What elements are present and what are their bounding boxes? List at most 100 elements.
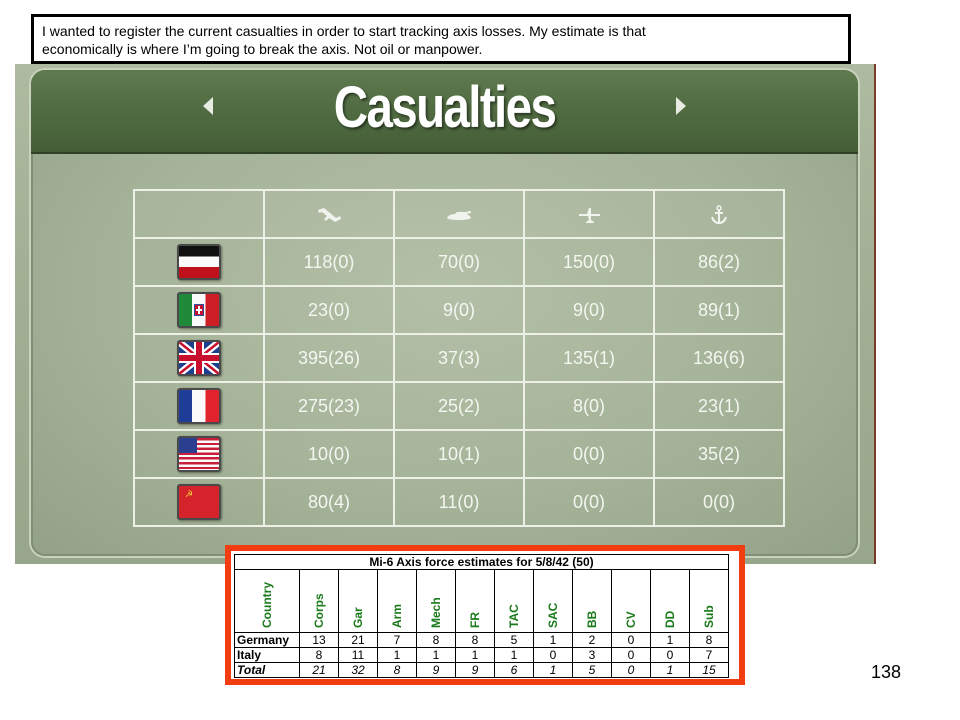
mi6-cell: 8 bbox=[416, 632, 456, 648]
usa-flag-icon bbox=[177, 436, 221, 472]
casualty-value: 150(0) bbox=[523, 237, 655, 287]
casualty-value: 23(1) bbox=[653, 381, 785, 431]
casualty-value: 23(0) bbox=[263, 285, 395, 335]
flag-cell bbox=[133, 333, 265, 383]
mi6-cell: 0 bbox=[611, 647, 651, 663]
mi6-cell: 13 bbox=[299, 632, 339, 648]
flag-cell bbox=[133, 285, 265, 335]
mi6-cell: 0 bbox=[611, 662, 651, 678]
flag-cell bbox=[133, 237, 265, 287]
casualties-row-italy: 23(0) 9(0) 9(0) 89(1) bbox=[133, 285, 785, 335]
mi6-header-tac: TAC bbox=[494, 569, 534, 633]
mi6-header-row: Country Corps Gar Arm Mech FR TAC SAC BB… bbox=[234, 569, 729, 633]
page-number: 138 bbox=[871, 662, 902, 682]
anchor-icon bbox=[711, 204, 727, 224]
tank-icon bbox=[447, 210, 471, 220]
infantry-icon bbox=[318, 207, 341, 222]
casualties-panel: Casualties 118(0) 70(0) 150(0) 86(2) 23(… bbox=[15, 64, 876, 564]
mi6-row-label: Germany bbox=[234, 632, 300, 648]
mi6-cell: 9 bbox=[416, 662, 456, 678]
caption-line-1: I wanted to register the current casualt… bbox=[42, 23, 646, 39]
casualties-row-uk: 395(26) 37(3) 135(1) 136(6) bbox=[133, 333, 785, 383]
mi6-cell: 5 bbox=[572, 662, 612, 678]
mi6-header-mech: Mech bbox=[416, 569, 456, 633]
mi6-header-bb: BB bbox=[572, 569, 612, 633]
casualties-row-germany: 118(0) 70(0) 150(0) 86(2) bbox=[133, 237, 785, 287]
mi6-header-arm: Arm bbox=[377, 569, 417, 633]
casualty-value: 25(2) bbox=[393, 381, 525, 431]
mi6-cell: 2 bbox=[572, 632, 612, 648]
mi6-row-label: Italy bbox=[234, 647, 300, 663]
flag-cell: ☭ bbox=[133, 477, 265, 527]
casualty-value: 8(0) bbox=[523, 381, 655, 431]
caption-box: I wanted to register the current casualt… bbox=[31, 14, 851, 64]
mi6-row-label: Total bbox=[234, 662, 300, 678]
mi6-cell: 21 bbox=[338, 632, 378, 648]
mi6-table-title: Mi-6 Axis force estimates for 5/8/42 (50… bbox=[234, 554, 729, 570]
tank-column-header bbox=[393, 189, 525, 239]
caption-line-2: economically is where I’m going to break… bbox=[42, 41, 483, 57]
next-page-arrow-icon[interactable] bbox=[676, 97, 686, 115]
mi6-header-fr: FR bbox=[455, 569, 495, 633]
france-flag-icon bbox=[177, 388, 221, 424]
mi6-cell: 1 bbox=[533, 632, 573, 648]
casualty-value: 37(3) bbox=[393, 333, 525, 383]
mi6-cell: 15 bbox=[689, 662, 729, 678]
mi6-estimates-box: Mi-6 Axis force estimates for 5/8/42 (50… bbox=[225, 545, 745, 685]
mi6-cell: 8 bbox=[455, 632, 495, 648]
mi6-cell: 9 bbox=[455, 662, 495, 678]
infantry-column-header bbox=[263, 189, 395, 239]
casualties-row-usa: 10(0) 10(1) 0(0) 35(2) bbox=[133, 429, 785, 479]
flag-cell bbox=[133, 429, 265, 479]
mi6-cell: 1 bbox=[377, 647, 417, 663]
aircraft-icon bbox=[579, 207, 600, 223]
casualty-value: 89(1) bbox=[653, 285, 785, 335]
casualty-value: 118(0) bbox=[263, 237, 395, 287]
mi6-cell: 5 bbox=[494, 632, 534, 648]
mi6-row-total: Total 21 32 8 9 9 6 1 5 0 1 15 bbox=[234, 662, 729, 678]
mi6-cell: 21 bbox=[299, 662, 339, 678]
mi6-header-corps: Corps bbox=[299, 569, 339, 633]
mi6-cell: 6 bbox=[494, 662, 534, 678]
italy-flag-icon bbox=[177, 292, 221, 328]
mi6-cell: 1 bbox=[455, 647, 495, 663]
casualty-value: 0(0) bbox=[523, 429, 655, 479]
mi6-cell: 11 bbox=[338, 647, 378, 663]
mi6-cell: 0 bbox=[611, 632, 651, 648]
aircraft-column-header bbox=[523, 189, 655, 239]
mi6-estimates-table: Mi-6 Axis force estimates for 5/8/42 (50… bbox=[234, 554, 729, 678]
casualties-header-row bbox=[133, 189, 785, 239]
mi6-cell: 1 bbox=[533, 662, 573, 678]
mi6-cell: 32 bbox=[338, 662, 378, 678]
mi6-cell: 1 bbox=[650, 662, 690, 678]
mi6-cell: 0 bbox=[533, 647, 573, 663]
mi6-cell: 8 bbox=[689, 632, 729, 648]
mi6-cell: 8 bbox=[377, 662, 417, 678]
flag-cell bbox=[133, 381, 265, 431]
casualty-value: 70(0) bbox=[393, 237, 525, 287]
mi6-row-germany: Germany 13 21 7 8 8 5 1 2 0 1 8 bbox=[234, 632, 729, 648]
casualty-value: 80(4) bbox=[263, 477, 395, 527]
mi6-cell: 8 bbox=[299, 647, 339, 663]
uk-flag-icon bbox=[177, 340, 221, 376]
panel-header: Casualties bbox=[31, 70, 858, 154]
casualty-value: 0(0) bbox=[653, 477, 785, 527]
casualties-row-france: 275(23) 25(2) 8(0) 23(1) bbox=[133, 381, 785, 431]
mi6-cell: 1 bbox=[416, 647, 456, 663]
casualty-value: 35(2) bbox=[653, 429, 785, 479]
casualty-value: 0(0) bbox=[523, 477, 655, 527]
mi6-row-italy: Italy 8 11 1 1 1 1 0 3 0 0 7 bbox=[234, 647, 729, 663]
mi6-cell: 0 bbox=[650, 647, 690, 663]
casualties-row-ussr: ☭ 80(4) 11(0) 0(0) 0(0) bbox=[133, 477, 785, 527]
mi6-header-sac: SAC bbox=[533, 569, 573, 633]
mi6-cell: 3 bbox=[572, 647, 612, 663]
mi6-header-dd: DD bbox=[650, 569, 690, 633]
mi6-header-country: Country bbox=[234, 569, 300, 633]
casualty-value: 395(26) bbox=[263, 333, 395, 383]
mi6-header-sub: Sub bbox=[689, 569, 729, 633]
casualty-value: 9(0) bbox=[393, 285, 525, 335]
germany-flag-icon bbox=[177, 244, 221, 280]
mi6-cell: 1 bbox=[650, 632, 690, 648]
casualty-value: 136(6) bbox=[653, 333, 785, 383]
mi6-cell: 1 bbox=[494, 647, 534, 663]
